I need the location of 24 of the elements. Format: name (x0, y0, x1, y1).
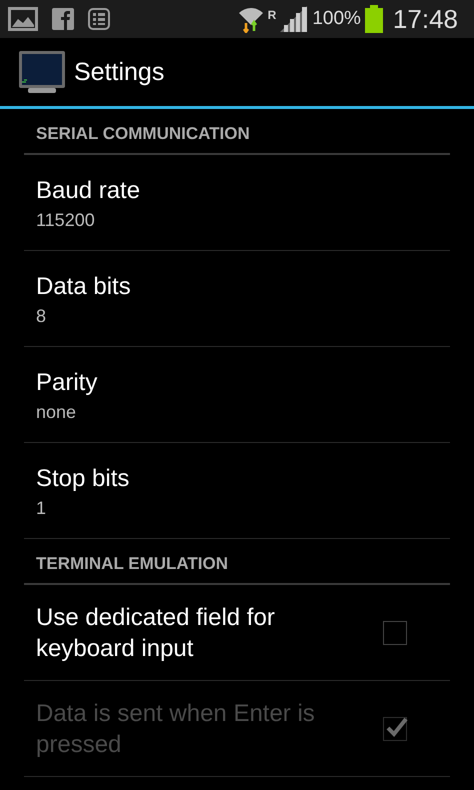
setting-value: 1 (36, 498, 48, 518)
list-notification-icon (88, 8, 110, 30)
monitor-icon (18, 50, 66, 94)
setting-title: Data bits (36, 272, 132, 302)
setting-value: 8 (36, 306, 48, 326)
network-type: R (268, 8, 276, 22)
wifi-icon (238, 5, 264, 33)
clock: 17:48 (392, 4, 458, 34)
battery-icon (364, 5, 383, 33)
screen-title: Settings (74, 58, 164, 86)
picture-notification-icon (8, 7, 38, 31)
setting-title: Parity (36, 368, 98, 398)
setting-title: Stop bits (36, 464, 130, 494)
section-header: TERMINAL EMULATION (35, 553, 230, 574)
battery-percentage: 100% (312, 8, 361, 30)
setting-title: Baud rate (36, 176, 142, 206)
facebook-icon (52, 8, 74, 30)
signal-icon (280, 6, 308, 32)
setting-title: Use dedicated field for keyboard input (36, 602, 276, 664)
setting-value: 115200 (36, 210, 96, 230)
setting-title: Data is sent when Enter is pressed (36, 698, 316, 760)
setting-value: none (36, 402, 78, 422)
checkbox[interactable] (383, 620, 407, 644)
section-header: SERIAL COMMUNICATION (35, 123, 251, 144)
